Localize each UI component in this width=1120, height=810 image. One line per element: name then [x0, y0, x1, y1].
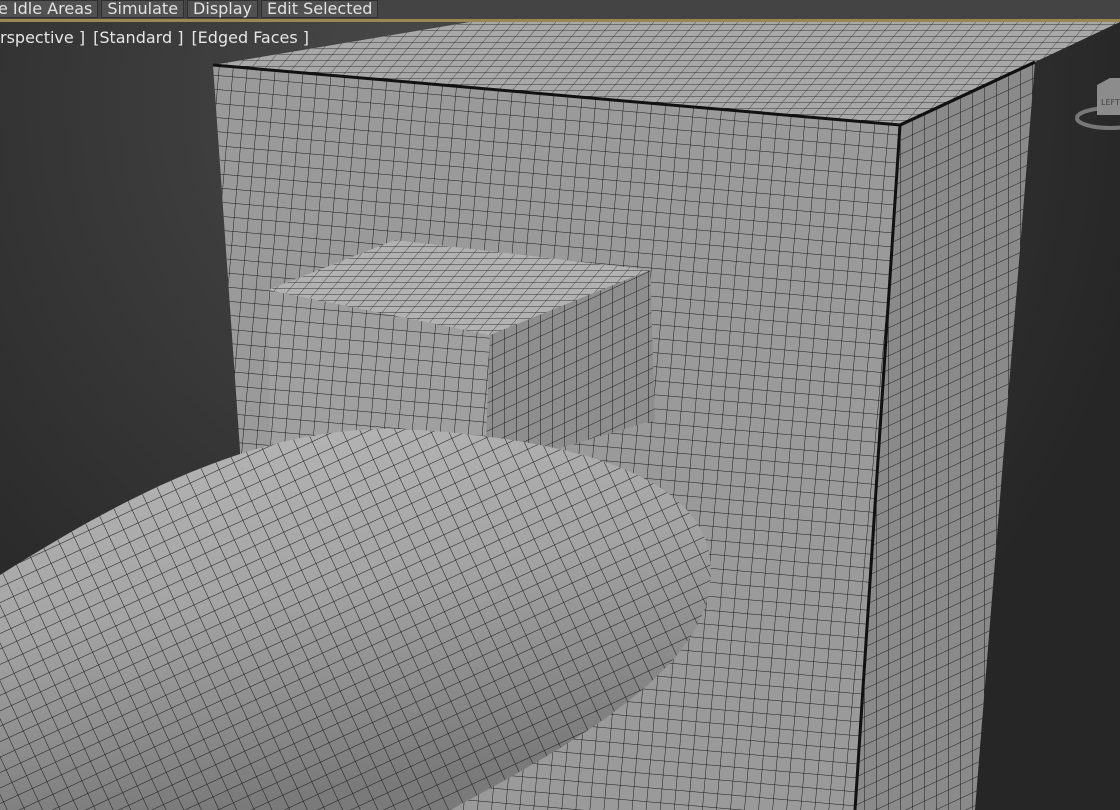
toolbar-tab-idle-areas[interactable]: e Idle Areas — [0, 0, 99, 18]
toolbar-tab-display[interactable]: Display — [187, 0, 259, 18]
toolbar: e Idle Areas Simulate Display Edit Selec… — [0, 0, 1120, 19]
viewport-view-menu[interactable]: rspective ] — [0, 28, 85, 47]
viewcube[interactable]: LEFT — [1075, 70, 1120, 135]
viewcube-face-label: LEFT — [1101, 98, 1120, 107]
viewport-display-menu[interactable]: [Edged Faces ] — [191, 28, 309, 47]
mesh-model[interactable] — [0, 22, 1120, 810]
toolbar-tab-edit-selected[interactable]: Edit Selected — [261, 0, 379, 18]
viewcube-box-icon — [1097, 78, 1120, 115]
perspective-viewport[interactable]: rspective ] [Standard ] [Edged Faces ] L… — [0, 22, 1120, 810]
toolbar-tab-simulate[interactable]: Simulate — [101, 0, 185, 18]
viewport-label: rspective ] [Standard ] [Edged Faces ] — [0, 28, 309, 47]
viewport-shading-menu[interactable]: [Standard ] — [93, 28, 183, 47]
